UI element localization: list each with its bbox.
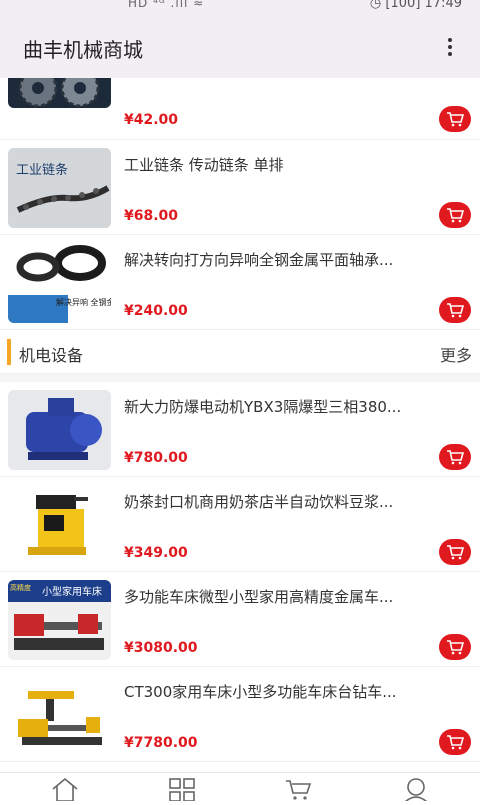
- add-to-cart-button[interactable]: [439, 729, 471, 755]
- product-name[interactable]: 奶茶封口机商用奶茶店半自动饮料豆浆...: [124, 491, 464, 512]
- chain-image: 工业链条: [8, 148, 111, 228]
- cart-icon: [447, 450, 464, 465]
- cart-icon: [447, 640, 464, 655]
- list-item[interactable]: 解决异响 全钢金属轴承 解决转向打方向异响全钢金属平面轴承... ¥240.00: [0, 235, 480, 330]
- product-image[interactable]: 工业链条: [8, 148, 111, 228]
- bearing-image: 解决异响 全钢金属轴承: [8, 245, 111, 323]
- add-to-cart-button[interactable]: [439, 444, 471, 470]
- ct300-lathe-image: [18, 691, 102, 745]
- section-more-link[interactable]: 更多: [440, 342, 472, 366]
- tab-home[interactable]: [50, 777, 80, 802]
- tab-category[interactable]: [167, 777, 197, 802]
- list-item[interactable]: 奶茶封口机商用奶茶店半自动饮料豆浆... ¥349.00: [0, 477, 480, 572]
- add-to-cart-button[interactable]: [439, 634, 471, 660]
- category-icon: [169, 778, 195, 802]
- add-to-cart-button[interactable]: [439, 202, 471, 228]
- thumb-label: 解决异响 全钢金属轴承: [56, 297, 111, 307]
- cart-icon: [447, 735, 464, 750]
- more-menu-icon[interactable]: [446, 38, 454, 58]
- add-to-cart-button[interactable]: [439, 106, 471, 132]
- product-name[interactable]: 新大力防爆电动机YBX3隔爆型三相380...: [124, 396, 464, 417]
- clock: 17:49: [424, 0, 462, 11]
- product-name[interactable]: CT300家用车床小型多功能车床台钻车...: [124, 681, 464, 702]
- product-price: ¥349.00: [124, 545, 188, 561]
- cart-icon: [447, 303, 464, 318]
- add-to-cart-button[interactable]: [439, 539, 471, 565]
- product-image[interactable]: [8, 78, 111, 108]
- cart-icon: [447, 208, 464, 223]
- divider: [0, 374, 480, 382]
- add-to-cart-button[interactable]: [439, 297, 471, 323]
- user-icon: [403, 778, 429, 804]
- status-right: ◷ [100] 17:49: [370, 0, 462, 11]
- section-header: 机电设备 更多: [0, 330, 480, 374]
- tab-user[interactable]: [401, 777, 431, 804]
- thumb-tag: 高精度: [10, 583, 31, 592]
- tab-cart[interactable]: [284, 777, 314, 801]
- battery-level: 100: [390, 0, 416, 11]
- product-image[interactable]: [8, 485, 111, 565]
- list-item[interactable]: CT300家用车床小型多功能车床台钻车... ¥7780.00: [0, 667, 480, 762]
- status-bar: HD ⁴ᴳ .ıll ≈ ◷ [100] 17:49: [0, 0, 480, 14]
- product-name[interactable]: 解决转向打方向异响全钢金属平面轴承...: [124, 249, 464, 270]
- section-accent-bar: [7, 339, 11, 365]
- home-icon: [52, 777, 78, 802]
- product-name[interactable]: 多功能车床微型小型家用高精度金属车...: [124, 586, 464, 607]
- product-price: ¥240.00: [124, 303, 188, 319]
- list-item[interactable]: 小型家用车床 高精度 多功能车床微型小型家用高精度金属车... ¥3080.00: [0, 572, 480, 667]
- product-price: ¥7780.00: [124, 735, 198, 751]
- gear-image: [18, 78, 100, 108]
- cart-icon: [447, 112, 464, 127]
- sealer-image: [28, 495, 88, 555]
- lathe-image: 小型家用车床 高精度: [8, 580, 111, 650]
- product-image[interactable]: [8, 675, 111, 755]
- product-image[interactable]: 解决异响 全钢金属轴承: [8, 243, 111, 323]
- list-item[interactable]: ¥42.00: [0, 78, 480, 140]
- product-name[interactable]: 工业链条 传动链条 单排: [124, 154, 464, 175]
- app-header: 曲丰机械商城: [0, 14, 480, 78]
- signal-indicators: HD ⁴ᴳ .ıll ≈: [128, 0, 205, 10]
- motor-image: [26, 398, 102, 460]
- cart-icon: [286, 780, 312, 800]
- bottom-tab-bar: [0, 772, 480, 804]
- product-image[interactable]: 小型家用车床 高精度: [8, 580, 111, 660]
- product-image[interactable]: [8, 390, 111, 470]
- list-item[interactable]: 工业链条 工业链条 传动链条 单排 ¥68.00: [0, 140, 480, 235]
- thumb-banner: 小型家用车床: [42, 585, 102, 598]
- app-title: 曲丰机械商城: [23, 38, 143, 62]
- product-price: ¥42.00: [124, 112, 179, 128]
- section-title: 机电设备: [19, 346, 84, 365]
- product-price: ¥780.00: [124, 450, 188, 466]
- list-item[interactable]: 新大力防爆电动机YBX3隔爆型三相380... ¥780.00: [0, 382, 480, 477]
- product-price: ¥3080.00: [124, 640, 198, 656]
- product-list[interactable]: ¥42.00 工业链条 工业链条 传动链条 单排 ¥68.00 解决异响 全钢金…: [0, 78, 480, 772]
- product-price: ¥68.00: [124, 208, 179, 224]
- thumb-label: 工业链条: [16, 162, 68, 178]
- cart-icon: [447, 545, 464, 560]
